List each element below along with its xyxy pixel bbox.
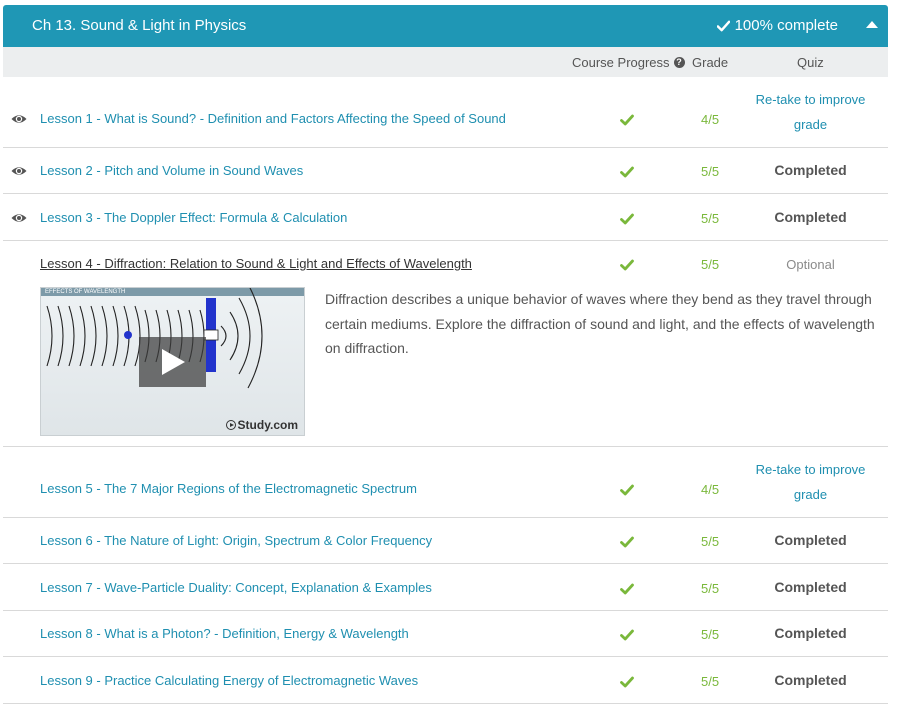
viewed-eye-icon xyxy=(11,167,27,175)
lesson-link[interactable]: Lesson 7 - Wave-Particle Duality: Concep… xyxy=(40,580,432,595)
chapter-title: Ch 13. Sound & Light in Physics xyxy=(32,17,247,34)
check-icon xyxy=(716,20,730,31)
lesson-row: Lesson 8 - What is a Photon? - Definitio… xyxy=(3,611,888,657)
progress-check-icon xyxy=(620,259,634,271)
lesson-grade: 5/5 xyxy=(701,534,720,549)
lesson-link[interactable]: Lesson 5 - The 7 Major Regions of the El… xyxy=(40,481,417,496)
lesson-grade: 5/5 xyxy=(701,581,720,596)
progress-check-icon xyxy=(620,583,634,595)
play-icon xyxy=(162,349,185,375)
lesson-link[interactable]: Lesson 1 - What is Sound? - Definition a… xyxy=(40,111,506,126)
retake-quiz-link[interactable]: Re-take to improve grade xyxy=(753,457,868,507)
column-grade: Grade xyxy=(692,55,729,70)
video-thumbnail[interactable]: EFFECTS OF WAVELENGTH Study.com xyxy=(40,287,305,436)
progress-check-icon xyxy=(620,536,634,548)
progress-check-icon xyxy=(620,213,634,225)
quiz-optional-label: Optional xyxy=(786,257,835,272)
quiz-completed-label: Completed xyxy=(774,532,847,548)
lesson-grade: 5/5 xyxy=(701,627,720,642)
progress-check-icon xyxy=(620,484,634,496)
lesson-list: Lesson 1 - What is Sound? - Definition a… xyxy=(3,77,888,704)
lesson-link[interactable]: Lesson 2 - Pitch and Volume in Sound Wav… xyxy=(40,163,303,178)
brand-play-icon xyxy=(225,420,236,430)
lesson-row: Lesson 9 - Practice Calculating Energy o… xyxy=(3,657,888,704)
column-course-progress: Course Progress ? xyxy=(572,55,685,70)
lesson-grade: 4/5 xyxy=(701,482,720,497)
lesson-grade: 5/5 xyxy=(701,674,720,689)
quiz-completed-label: Completed xyxy=(774,579,847,595)
lesson-row: Lesson 2 - Pitch and Volume in Sound Wav… xyxy=(3,148,888,194)
progress-check-icon xyxy=(620,114,634,126)
lesson-row: Lesson 3 - The Doppler Effect: Formula &… xyxy=(3,194,888,241)
viewed-eye-icon xyxy=(11,214,27,222)
lesson-description: Diffraction describes a unique behavior … xyxy=(325,291,875,356)
lesson-link[interactable]: Lesson 6 - The Nature of Light: Origin, … xyxy=(40,533,432,548)
progress-check-icon xyxy=(620,676,634,688)
lesson-row: Lesson 6 - The Nature of Light: Origin, … xyxy=(3,518,888,564)
brand-name: Study.com xyxy=(237,418,298,432)
table-header: Course Progress ? Grade Quiz xyxy=(3,47,888,77)
column-course-progress-label: Course Progress xyxy=(572,55,670,70)
collapse-chevron-icon[interactable] xyxy=(866,21,878,28)
retake-quiz-link[interactable]: Re-take to improve grade xyxy=(753,87,868,137)
lesson-row: Lesson 7 - Wave-Particle Duality: Concep… xyxy=(3,564,888,611)
help-icon[interactable]: ? xyxy=(673,57,685,68)
lesson-link[interactable]: Lesson 8 - What is a Photon? - Definitio… xyxy=(40,626,409,641)
lesson-link[interactable]: Lesson 9 - Practice Calculating Energy o… xyxy=(40,673,418,688)
lesson-grade: 5/5 xyxy=(701,257,720,272)
play-button[interactable] xyxy=(139,337,206,387)
lesson-grade: 4/5 xyxy=(701,112,720,127)
progress-check-icon xyxy=(620,629,634,641)
lesson-grade: 5/5 xyxy=(701,164,720,179)
lesson-row: Lesson 4 - Diffraction: Relation to Soun… xyxy=(3,241,888,447)
quiz-completed-label: Completed xyxy=(774,162,847,178)
progress-check-icon xyxy=(620,166,634,178)
chapter-header[interactable]: Ch 13. Sound & Light in Physics 100% com… xyxy=(3,5,888,47)
lesson-link[interactable]: Lesson 3 - The Doppler Effect: Formula &… xyxy=(40,210,347,225)
chapter-panel: Ch 13. Sound & Light in Physics 100% com… xyxy=(3,0,888,704)
quiz-completed-label: Completed xyxy=(774,209,847,225)
lesson-link[interactable]: Lesson 4 - Diffraction: Relation to Soun… xyxy=(40,256,472,271)
column-quiz: Quiz xyxy=(797,55,824,70)
completion-text: 100% complete xyxy=(734,17,838,34)
viewed-eye-icon xyxy=(11,115,27,123)
lesson-row: Lesson 5 - The 7 Major Regions of the El… xyxy=(3,447,888,518)
quiz-completed-label: Completed xyxy=(774,672,847,688)
studycom-logo: Study.com xyxy=(225,418,298,432)
completion-status: 100% complete xyxy=(716,17,838,34)
lesson-row: Lesson 1 - What is Sound? - Definition a… xyxy=(3,77,888,148)
quiz-completed-label: Completed xyxy=(774,625,847,641)
lesson-grade: 5/5 xyxy=(701,211,720,226)
